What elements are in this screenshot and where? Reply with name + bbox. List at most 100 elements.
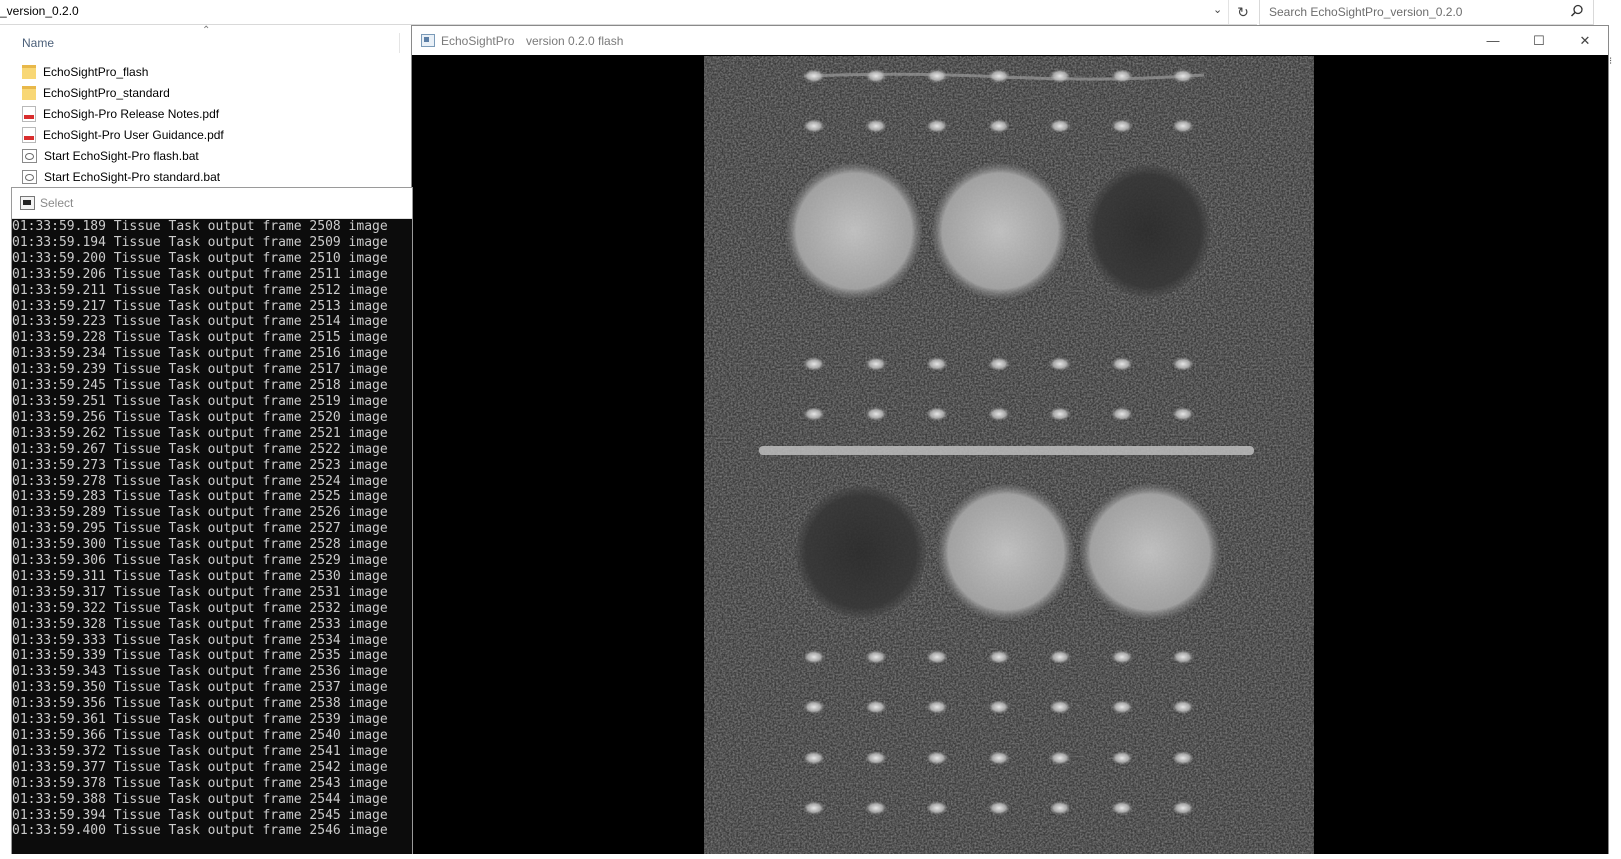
file-list-item[interactable]: Start EchoSight-Pro flash.bat7	[22, 145, 435, 166]
wire-target-dot	[1049, 801, 1071, 815]
batch-file-icon	[22, 169, 37, 184]
wire-target-dot	[803, 357, 825, 371]
log-line: 01:33:59.306 Tissue Task output frame 25…	[12, 553, 388, 569]
wire-target-dot	[803, 69, 825, 83]
log-line: 01:33:59.283 Tissue Task output frame 25…	[12, 489, 388, 505]
wire-target-dot	[803, 650, 825, 664]
wire-target-dot	[988, 801, 1010, 815]
file-name: EchoSightPro_flash	[43, 64, 149, 79]
hypoechoic-target	[1086, 165, 1210, 297]
wire-target-dot	[1111, 650, 1133, 664]
log-line: 01:33:59.311 Tissue Task output frame 25…	[12, 568, 388, 584]
version-label: version 0.2.0 flash	[526, 34, 624, 48]
wire-target-dot	[1111, 69, 1133, 83]
ultrasound-phantom-graphic	[704, 56, 1314, 854]
wire-target-dot	[865, 69, 887, 83]
pdf-file-icon	[22, 105, 36, 122]
log-line: 01:33:59.239 Tissue Task output frame 25…	[12, 362, 388, 378]
sort-ascending-icon: ⌃	[202, 25, 211, 36]
address-path[interactable]: _version_0.2.0	[0, 4, 79, 18]
log-line: 01:33:59.295 Tissue Task output frame 25…	[12, 521, 388, 537]
wire-target-dot	[803, 751, 825, 765]
wire-target-dot	[926, 751, 948, 765]
log-line: 01:33:59.394 Tissue Task output frame 25…	[12, 807, 388, 823]
log-line: 01:33:59.388 Tissue Task output frame 25…	[12, 791, 388, 807]
wire-target-dot	[1111, 801, 1133, 815]
wire-target-dot	[926, 69, 948, 83]
column-header-name[interactable]: Name	[22, 36, 54, 50]
file-list-item[interactable]: EchoSight-Pro User Guidance.pdf7	[22, 124, 435, 145]
log-line: 01:33:59.194 Tissue Task output frame 25…	[12, 234, 388, 250]
wire-target-dot	[1049, 650, 1071, 664]
search-icon[interactable]	[1569, 3, 1585, 24]
search-placeholder: Search EchoSightPro_version_0.2.0	[1269, 5, 1463, 19]
wire-target-dot	[1172, 751, 1194, 765]
file-list-item[interactable]: EchoSightPro_standard7	[22, 82, 435, 103]
wire-target-dot	[1172, 801, 1194, 815]
ultrasound-image[interactable]	[704, 56, 1314, 854]
wire-target-dot	[803, 700, 825, 714]
wire-target-dot	[926, 407, 948, 421]
log-line: 01:33:59.300 Tissue Task output frame 25…	[12, 537, 388, 553]
wire-target-dot	[865, 751, 887, 765]
wire-target-dot	[1049, 700, 1071, 714]
log-line: 01:33:59.400 Tissue Task output frame 25…	[12, 823, 388, 839]
file-name: Start EchoSight-Pro standard.bat	[44, 169, 221, 184]
console-icon	[20, 196, 35, 210]
hyperechoic-target	[1080, 484, 1220, 620]
file-list: EchoSightPro_flash7EchoSightPro_standard…	[22, 61, 435, 187]
log-line: 01:33:59.251 Tissue Task output frame 25…	[12, 393, 388, 409]
close-button[interactable]: ✕	[1562, 26, 1608, 55]
wire-target-dot	[803, 801, 825, 815]
log-line: 01:33:59.245 Tissue Task output frame 25…	[12, 378, 388, 394]
wire-target-dot	[865, 801, 887, 815]
search-input[interactable]: Search EchoSightPro_version_0.2.0	[1259, 0, 1594, 25]
wire-target-dot	[988, 69, 1010, 83]
log-line: 01:33:59.372 Tissue Task output frame 25…	[12, 743, 388, 759]
wire-target-dot	[1049, 357, 1071, 371]
log-line: 01:33:59.206 Tissue Task output frame 25…	[12, 266, 388, 282]
log-line: 01:33:59.234 Tissue Task output frame 25…	[12, 346, 388, 362]
folder-icon	[22, 85, 36, 100]
column-divider[interactable]	[399, 33, 400, 53]
log-line: 01:33:59.217 Tissue Task output frame 25…	[12, 298, 388, 314]
hyperechoic-target	[938, 484, 1074, 620]
file-name: EchoSigh-Pro Release Notes.pdf	[43, 106, 220, 121]
wire-target-dot	[988, 751, 1010, 765]
file-list-item[interactable]: EchoSightPro_flash7	[22, 61, 435, 82]
log-line: 01:33:59.211 Tissue Task output frame 25…	[12, 282, 388, 298]
hyperechoic-target	[932, 163, 1068, 299]
wire-target-dot	[926, 650, 948, 664]
wire-target-dot	[1172, 357, 1194, 371]
file-list-item[interactable]: EchoSigh-Pro Release Notes.pdf7	[22, 103, 435, 124]
wire-target-dot	[803, 119, 825, 133]
wire-target-dot	[926, 357, 948, 371]
folder-icon	[22, 64, 36, 79]
viewer-title-bar[interactable]: EchoSightPro version 0.2.0 flash — ☐ ✕	[412, 26, 1608, 55]
log-line: 01:33:59.200 Tissue Task output frame 25…	[12, 250, 388, 266]
log-line: 01:33:59.343 Tissue Task output frame 25…	[12, 664, 388, 680]
horizontal-reflector	[759, 446, 1254, 455]
console-title-bar[interactable]: Select	[12, 188, 412, 219]
minimize-button[interactable]: —	[1470, 26, 1516, 55]
app-icon	[421, 34, 435, 47]
refresh-icon[interactable]: ↻	[1228, 0, 1257, 24]
address-bar[interactable]: _version_0.2.0 ⌄ ↻	[0, 0, 1257, 25]
log-line: 01:33:59.361 Tissue Task output frame 25…	[12, 712, 388, 728]
wire-target-dot	[926, 801, 948, 815]
console-output[interactable]: 01:33:59.189 Tissue Task output frame 25…	[12, 219, 412, 854]
log-line: 01:33:59.256 Tissue Task output frame 25…	[12, 409, 388, 425]
maximize-button[interactable]: ☐	[1516, 26, 1562, 55]
wire-target-dot	[1111, 700, 1133, 714]
pdf-file-icon	[22, 126, 36, 143]
log-line: 01:33:59.322 Tissue Task output frame 25…	[12, 600, 388, 616]
log-line: 01:33:59.278 Tissue Task output frame 25…	[12, 473, 388, 489]
log-line: 01:33:59.267 Tissue Task output frame 25…	[12, 441, 388, 457]
file-list-item[interactable]: Start EchoSight-Pro standard.bat7	[22, 166, 435, 187]
chevron-down-icon[interactable]: ⌄	[1213, 3, 1222, 16]
wire-target-dot	[926, 700, 948, 714]
log-line: 01:33:59.317 Tissue Task output frame 25…	[12, 584, 388, 600]
wire-target-dot	[803, 407, 825, 421]
log-line: 01:33:59.289 Tissue Task output frame 25…	[12, 505, 388, 521]
wire-target-dot	[988, 700, 1010, 714]
